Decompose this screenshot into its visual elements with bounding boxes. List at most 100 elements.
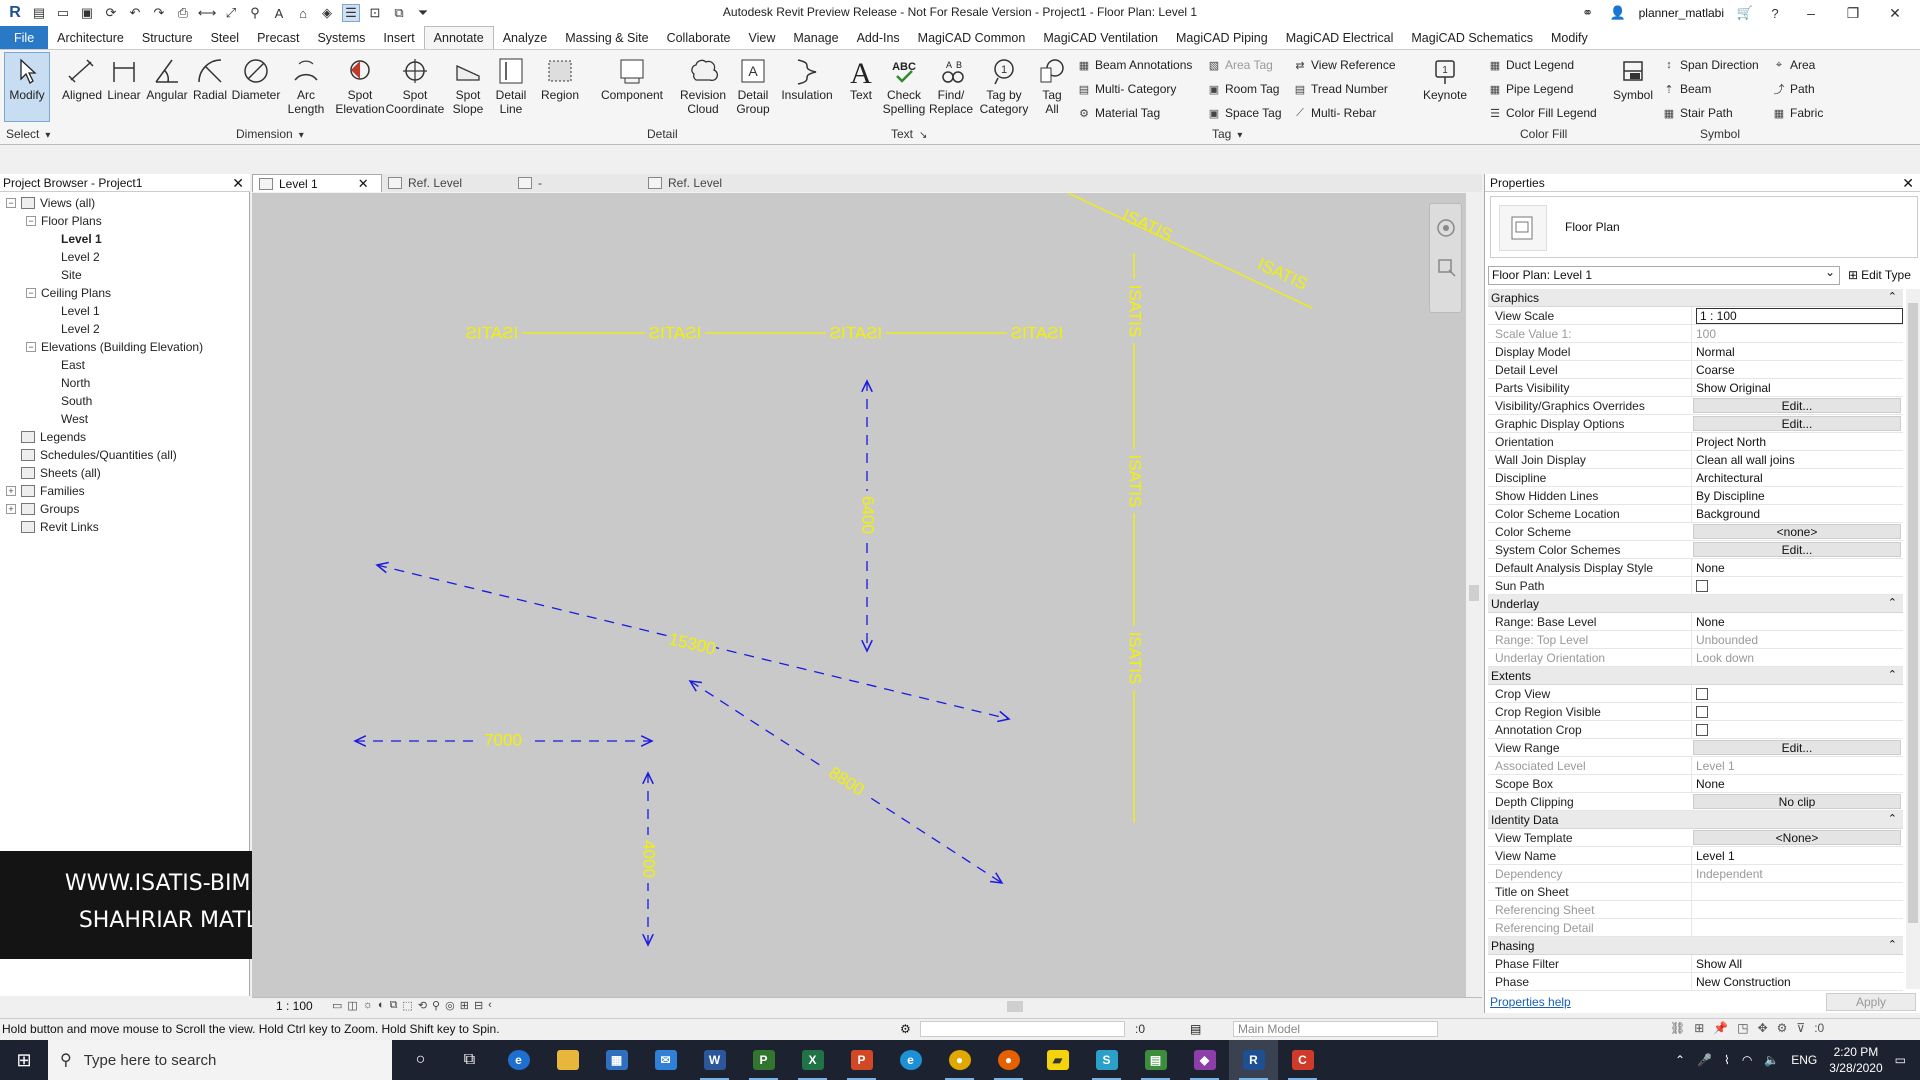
prop-value[interactable]: Show Original bbox=[1691, 379, 1903, 396]
browser-item-west[interactable]: West bbox=[46, 410, 88, 428]
firefox-icon[interactable]: ● bbox=[984, 1040, 1033, 1080]
design-options-icon[interactable]: ▤ bbox=[1190, 1022, 1201, 1036]
cart-icon[interactable]: 🛒 bbox=[1736, 4, 1754, 22]
windows-start-icon[interactable]: ⊞ bbox=[0, 1040, 48, 1080]
print-icon[interactable]: ⎙ bbox=[174, 4, 192, 22]
tab-magicad-piping[interactable]: MagiCAD Piping bbox=[1167, 26, 1277, 49]
microphone-icon[interactable]: 🎤 bbox=[1697, 1053, 1712, 1067]
revit-taskbar-icon[interactable]: R bbox=[1229, 1040, 1278, 1080]
browser-item-ceiling-plans[interactable]: − Ceiling Plans bbox=[26, 284, 111, 302]
component-button[interactable]: Component bbox=[596, 54, 668, 102]
tab-file[interactable]: File bbox=[0, 26, 49, 49]
browser-item-families[interactable]: + Families bbox=[6, 482, 85, 500]
ref-label-h-1[interactable]: ISATIS bbox=[466, 323, 519, 342]
group-phasing[interactable]: Phasing bbox=[1488, 937, 1903, 955]
tab-architecture[interactable]: Architecture bbox=[48, 26, 133, 49]
minimize-button[interactable]: – bbox=[1796, 5, 1826, 21]
undo-icon[interactable]: ↶ bbox=[126, 4, 144, 22]
area-button[interactable]: ⌖ Area bbox=[1772, 58, 1815, 72]
material-tag-button[interactable]: ⚙ Material Tag bbox=[1077, 106, 1160, 120]
background-process-icon[interactable]: ⚙ bbox=[1777, 1021, 1788, 1035]
find-replace-button[interactable]: A B Find/ Replace bbox=[928, 54, 974, 116]
chrome-icon[interactable]: ● bbox=[935, 1040, 984, 1080]
tab-annotate[interactable]: Annotate bbox=[423, 26, 494, 49]
expand-icon[interactable]: + bbox=[6, 504, 16, 514]
ref-label-d-2[interactable]: ISATIS bbox=[1255, 254, 1311, 293]
tag-all-button[interactable]: Tag All bbox=[1034, 54, 1070, 116]
close-icon[interactable]: ✕ bbox=[1902, 175, 1914, 192]
multi-category-button[interactable]: ▤ Multi- Category bbox=[1077, 82, 1177, 96]
view-tab-3[interactable]: - bbox=[512, 174, 642, 192]
collapse-icon[interactable]: − bbox=[6, 198, 16, 208]
browser-item-east[interactable]: East bbox=[46, 356, 85, 374]
close-button[interactable]: ✕ bbox=[1880, 5, 1910, 22]
group-graphics[interactable]: Graphics bbox=[1488, 289, 1903, 307]
collapse-icon[interactable]: − bbox=[26, 216, 36, 226]
store-icon[interactable]: ▦ bbox=[592, 1040, 641, 1080]
spot-elevation-button[interactable]: Spot Elevation bbox=[332, 54, 388, 116]
panel-detail[interactable]: Detail bbox=[647, 127, 678, 141]
apply-button[interactable]: Apply bbox=[1826, 993, 1916, 1011]
text-icon[interactable]: A bbox=[270, 4, 288, 22]
browser-item-groups[interactable]: + Groups bbox=[6, 500, 79, 518]
prop-value[interactable]: Level 1 bbox=[1691, 847, 1903, 864]
color-fill-legend-button[interactable]: ☰ Color Fill Legend bbox=[1488, 106, 1597, 120]
view-tab-4[interactable]: Ref. Level bbox=[642, 174, 772, 192]
detail-level-icon[interactable]: ▭ bbox=[332, 999, 342, 1012]
arc-length-button[interactable]: Arc Length bbox=[285, 54, 327, 116]
scroll-left-icon[interactable]: ‹ bbox=[488, 999, 492, 1012]
close-icon[interactable]: ✕ bbox=[232, 175, 244, 192]
edge-icon[interactable]: e bbox=[494, 1040, 543, 1080]
prop-value[interactable]: Normal bbox=[1691, 343, 1903, 360]
tab-massing-site[interactable]: Massing & Site bbox=[556, 26, 657, 49]
tab-steel[interactable]: Steel bbox=[202, 26, 249, 49]
region-button[interactable]: Region bbox=[538, 54, 582, 102]
sync-icon[interactable]: ⟳ bbox=[102, 4, 120, 22]
pipe-legend-button[interactable]: ▦ Pipe Legend bbox=[1488, 82, 1574, 96]
chevron-up-icon[interactable]: ⌃ bbox=[1675, 1053, 1685, 1067]
sun-path-icon[interactable]: ☼ bbox=[363, 999, 373, 1012]
detail-group-button[interactable]: A Detail Group bbox=[730, 54, 776, 116]
task-view-icon[interactable]: ⧉ bbox=[445, 1040, 494, 1080]
panel-dropdown-icon[interactable]: ▾ bbox=[299, 130, 304, 141]
tread-number-button[interactable]: ▤ Tread Number bbox=[1293, 82, 1388, 96]
browser-item-south[interactable]: South bbox=[46, 392, 92, 410]
prop-value[interactable]: Project North bbox=[1691, 433, 1903, 450]
prop-value-button[interactable]: Edit... bbox=[1693, 740, 1901, 755]
drag-elements-icon[interactable]: ✥ bbox=[1758, 1021, 1768, 1035]
ref-label-h-2[interactable]: ISATIS bbox=[649, 323, 702, 342]
vertical-scrollbar[interactable] bbox=[1466, 193, 1482, 997]
crop-view-icon[interactable]: ⧉ bbox=[390, 999, 398, 1012]
ref-label-h-3[interactable]: ISATIS bbox=[830, 323, 883, 342]
visual-style-icon[interactable]: ◫ bbox=[347, 999, 357, 1012]
prop-value[interactable]: Background bbox=[1691, 505, 1903, 522]
horizontal-scroll-thumb[interactable] bbox=[1007, 1001, 1023, 1012]
sticky-notes-icon[interactable]: ▰ bbox=[1033, 1040, 1082, 1080]
path-button[interactable]: ⤴ Path bbox=[1772, 82, 1815, 96]
thin-lines-icon[interactable]: ☰ bbox=[342, 4, 360, 22]
tab-add-ins[interactable]: Add-Ins bbox=[848, 26, 909, 49]
purple-app-icon[interactable]: ◆ bbox=[1180, 1040, 1229, 1080]
powerpoint-icon[interactable]: P bbox=[837, 1040, 886, 1080]
user-icon[interactable]: 👤 bbox=[1609, 4, 1627, 22]
symbol-button[interactable]: Symbol bbox=[1613, 54, 1653, 102]
angular-button[interactable]: Angular bbox=[144, 54, 190, 102]
tab-collaborate[interactable]: Collaborate bbox=[658, 26, 740, 49]
area-tag-button[interactable]: ▧ Area Tag bbox=[1207, 58, 1273, 72]
checkbox[interactable] bbox=[1696, 687, 1708, 700]
prop-value[interactable]: Architectural bbox=[1691, 469, 1903, 486]
keynote-button[interactable]: 1 Keynote bbox=[1420, 54, 1470, 102]
prop-value[interactable] bbox=[1691, 883, 1903, 900]
group-extents[interactable]: Extents bbox=[1488, 667, 1903, 685]
diameter-button[interactable]: Diameter bbox=[228, 54, 284, 102]
browser-item-floor-plans[interactable]: − Floor Plans bbox=[26, 212, 102, 230]
browser-item-schedules-quantities-all[interactable]: Schedules/Quantities (all) bbox=[6, 446, 177, 464]
tab-insert[interactable]: Insert bbox=[374, 26, 423, 49]
prop-value[interactable]: None bbox=[1691, 559, 1903, 576]
panel-dropdown-icon[interactable]: ▾ bbox=[45, 130, 50, 141]
properties-help-link[interactable]: Properties help bbox=[1490, 995, 1571, 1009]
browser-item-legends[interactable]: Legends bbox=[6, 428, 86, 446]
red-app-icon[interactable]: C bbox=[1278, 1040, 1327, 1080]
language-indicator[interactable]: ENG bbox=[1791, 1053, 1817, 1067]
checkbox[interactable] bbox=[1696, 579, 1708, 592]
